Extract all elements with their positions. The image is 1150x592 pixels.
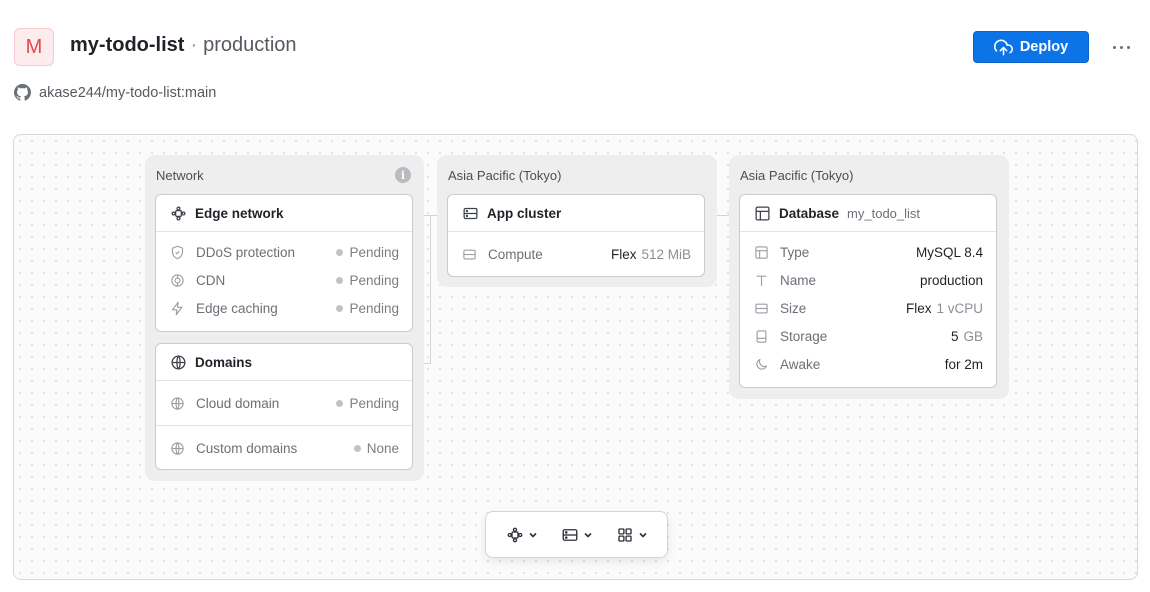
cloud-upload-icon (993, 39, 1013, 55)
globe-icon (171, 441, 184, 455)
row-value: for 2m (944, 356, 983, 372)
text-icon (756, 275, 767, 286)
table-icon (755, 245, 768, 259)
status-badge: Pending (336, 301, 399, 316)
deploy-label: Deploy (1019, 39, 1069, 55)
project-avatar: M (14, 28, 54, 66)
lightning-icon (171, 301, 183, 315)
row-label: Name (780, 272, 817, 288)
row-label: Size (780, 300, 807, 316)
add-compute-dropdown[interactable] (557, 522, 597, 548)
row-value: Flex 1 vCPU (905, 300, 983, 316)
row-label: Storage (780, 328, 828, 344)
status-badge: None (353, 441, 399, 456)
db-region-group: Asia Pacific (Tokyo) Database my_todo_li… (729, 155, 1009, 399)
row-label: Custom domains (196, 440, 298, 456)
environment-name: production (203, 34, 297, 56)
list-item: Custom domains None (156, 426, 412, 469)
more-options-button[interactable] (1106, 34, 1136, 60)
avatar-letter: M (25, 35, 43, 58)
page-title: my-todo-list · production (70, 34, 297, 57)
list-item: Size Flex 1 vCPU (740, 294, 996, 322)
chevron-down-icon (638, 532, 647, 538)
add-network-dropdown[interactable] (502, 522, 542, 548)
row-label: CDN (196, 272, 226, 288)
row-value: 5 GB (950, 328, 983, 344)
database-title: Database (779, 205, 840, 221)
status-badge: Pending (336, 245, 399, 260)
edge-network-icon (171, 205, 186, 221)
globe-icon (171, 354, 186, 370)
app-cluster-header: App cluster (448, 195, 704, 232)
shield-icon (171, 245, 184, 259)
storage-icon (756, 329, 767, 343)
row-label: Compute (488, 246, 543, 262)
list-item: DDoS protection Pending (156, 238, 412, 266)
info-icon[interactable]: i (395, 167, 411, 183)
list-item: Name production (740, 266, 996, 294)
repo-link[interactable]: akase244/my-todo-list:main (14, 84, 216, 101)
moon-icon (756, 358, 768, 370)
row-label: DDoS protection (196, 244, 296, 260)
list-item: Awake for 2m (740, 350, 996, 378)
globe-icon (171, 396, 184, 410)
edge-network-icon (507, 527, 522, 542)
add-service-dropdown[interactable] (612, 522, 652, 548)
app-name: my-todo-list (70, 34, 185, 56)
edge-network-title: Edge network (195, 205, 284, 221)
edge-network-header: Edge network (156, 195, 412, 232)
table-icon (755, 205, 770, 221)
database-header: Database my_todo_list (740, 195, 996, 232)
app-cluster-card[interactable]: App cluster Compute Flex 512 MiB (447, 194, 705, 277)
list-item: Compute Flex 512 MiB (448, 232, 704, 276)
cdn-icon (171, 273, 184, 287)
more-icon (1112, 45, 1116, 49)
list-item: Type MySQL 8.4 (740, 238, 996, 266)
app-region-title: Asia Pacific (Tokyo) (448, 168, 562, 183)
server-icon (463, 207, 478, 219)
list-item: CDN Pending (156, 266, 412, 294)
domains-title: Domains (195, 354, 253, 370)
row-value: production (919, 272, 983, 288)
deploy-button[interactable]: Deploy (973, 31, 1089, 63)
domains-header: Domains (156, 344, 412, 381)
domains-card[interactable]: Domains Cloud domain Pending Custom doma… (155, 343, 413, 470)
database-card[interactable]: Database my_todo_list Type MySQL 8.4 Nam… (739, 194, 997, 388)
add-resource-toolbar (485, 511, 668, 558)
app-region-group: Asia Pacific (Tokyo) App cluster Compute… (437, 155, 717, 287)
server-icon (755, 303, 768, 313)
chevron-down-icon (583, 532, 592, 538)
row-label: Cloud domain (196, 395, 280, 411)
row-value: MySQL 8.4 (915, 244, 983, 260)
row-label: Edge caching (196, 300, 278, 316)
row-label: Type (780, 244, 810, 260)
network-group: Network i Edge network DDoS protection P… (145, 155, 424, 481)
row-value: Flex 512 MiB (610, 246, 691, 262)
server-icon (562, 528, 577, 541)
github-icon (14, 84, 31, 101)
list-item: Storage 5 GB (740, 322, 996, 350)
title-separator: · (190, 34, 198, 56)
status-badge: Pending (336, 273, 399, 288)
edge-network-card[interactable]: Edge network DDoS protection Pending CDN… (155, 194, 413, 332)
status-badge: Pending (336, 396, 399, 411)
row-label: Awake (780, 356, 821, 372)
list-item: Cloud domain Pending (156, 381, 412, 425)
network-group-title: Network (156, 168, 204, 183)
app-cluster-title: App cluster (487, 205, 562, 221)
db-region-title: Asia Pacific (Tokyo) (740, 168, 854, 183)
chevron-down-icon (528, 532, 537, 538)
list-item: Edge caching Pending (156, 294, 412, 322)
repo-name: akase244/my-todo-list:main (39, 84, 217, 101)
server-icon (463, 249, 476, 259)
architecture-canvas[interactable]: Network i Edge network DDoS protection P… (13, 134, 1138, 580)
database-subtitle: my_todo_list (847, 205, 921, 221)
grid-icon (617, 527, 632, 542)
